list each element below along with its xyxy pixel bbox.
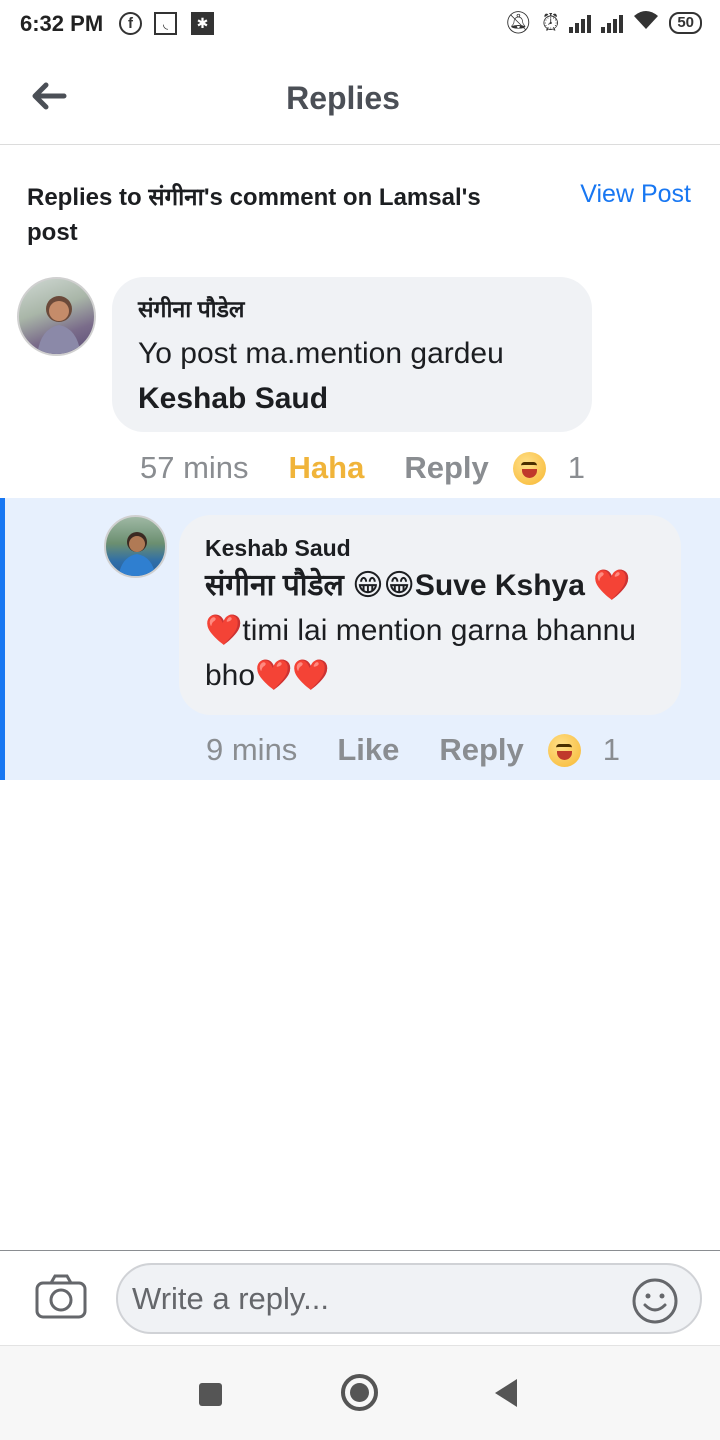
mute-bell-icon: 🔕︎ (504, 10, 533, 35)
reaction-count[interactable]: 1 (603, 732, 620, 768)
page-title: Replies (286, 80, 400, 116)
back-triangle-icon[interactable] (495, 1379, 517, 1407)
emoji-button[interactable] (631, 1277, 679, 1325)
camera-icon (35, 1274, 87, 1319)
mention-link[interactable]: Suve Kshya (415, 569, 585, 602)
smiley-icon (632, 1278, 678, 1324)
reply-input[interactable] (116, 1263, 702, 1334)
reply-button[interactable]: Reply (439, 732, 523, 768)
header: Replies (0, 50, 720, 145)
comment-bubble: संगीना पौडेल Yo post ma.mention gardeu K… (112, 277, 592, 432)
haha-emoji-icon[interactable] (512, 451, 546, 485)
status-bar: 6:32 PM f ◟ ✱ 🔕︎ ⏰︎ 50 (0, 0, 720, 50)
signal-icon (601, 13, 624, 33)
view-post-link[interactable]: View Post (580, 180, 691, 209)
status-icons: 🔕︎ ⏰︎ 50 (504, 10, 702, 36)
battery-icon: 50 (669, 12, 702, 34)
home-circle-icon[interactable] (341, 1374, 378, 1411)
comment-author[interactable]: संगीना पौडेल (138, 293, 566, 325)
wifi-icon (633, 10, 659, 36)
reply-bubble: Keshab Saud संगीना पौडेल 😁😁Suve Kshya ❤️… (179, 515, 681, 715)
notification-box2-icon: ✱ (191, 12, 214, 35)
replies-context-text: Replies to संगीना's comment on Lamsal's … (27, 184, 481, 246)
comment-text: Yo post ma.mention gardeu Keshab Saud (138, 331, 566, 421)
status-time: 6:32 PM (20, 11, 104, 36)
grin-emoji-icon: 😁😁 (352, 569, 415, 602)
haha-reaction-button[interactable]: Haha (289, 450, 365, 486)
system-nav-bar (0, 1345, 720, 1440)
reply-actions: 9 mins Like Reply 1 (206, 732, 620, 768)
like-button[interactable]: Like (337, 732, 399, 768)
comment-body: Yo post ma.mention gardeu (138, 337, 504, 370)
mention-link[interactable]: संगीना पौडेल (205, 569, 344, 602)
haha-emoji-icon[interactable] (547, 733, 581, 767)
comment-actions: 57 mins Haha Reply 1 (140, 450, 585, 486)
avatar[interactable] (17, 277, 96, 356)
camera-button[interactable] (34, 1273, 88, 1321)
recents-square-icon[interactable] (199, 1383, 222, 1406)
reply-button[interactable]: Reply (404, 450, 488, 486)
reply-text: संगीना पौडेल 😁😁Suve Kshya ❤️❤️timi lai m… (205, 563, 655, 698)
avatar[interactable] (104, 515, 167, 578)
signal-icon (569, 13, 592, 33)
alarm-icon: ⏰︎ (542, 10, 560, 35)
heart-emoji-icon: ❤️❤️ (255, 659, 330, 692)
facebook-icon: f (119, 12, 142, 35)
reply-time: 9 mins (206, 732, 298, 767)
reply-composer (0, 1250, 720, 1345)
mention-link[interactable]: Keshab Saud (138, 382, 328, 415)
comment-time: 57 mins (140, 450, 249, 485)
reaction-count[interactable]: 1 (568, 450, 585, 486)
reply-author[interactable]: Keshab Saud (205, 533, 655, 563)
notification-box-icon: ◟ (154, 12, 177, 35)
